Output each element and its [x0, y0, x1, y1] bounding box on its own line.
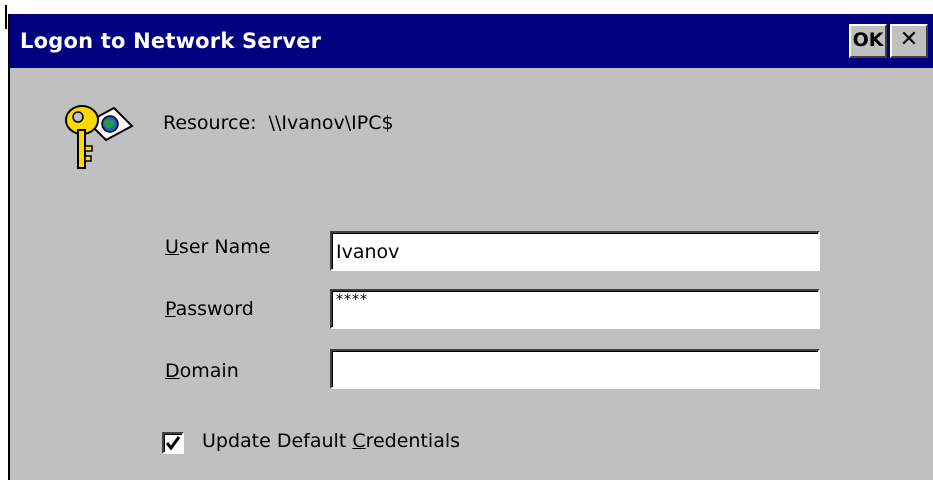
resource-value: \\Ivanov\IPC$	[268, 112, 394, 134]
update-credentials-text-before: Update Default	[202, 430, 353, 452]
password-label: Password	[165, 298, 254, 320]
update-credentials-text-after: redentials	[365, 430, 461, 452]
user-name-label-text: ser Name	[178, 236, 271, 258]
resource-label: Resource:	[163, 112, 257, 134]
update-credentials-label[interactable]: Update Default Credentials	[202, 430, 460, 452]
edge-tick	[5, 5, 7, 29]
resource-line: Resource: \\Ivanov\IPC$	[163, 112, 394, 134]
close-icon: ✕	[899, 27, 919, 52]
user-name-field[interactable]: Ivanov	[330, 231, 820, 271]
close-button[interactable]: ✕	[890, 24, 928, 58]
password-label-text: assword	[175, 298, 254, 320]
check-icon	[165, 436, 181, 451]
logon-dialog: Logon to Network Server OK ✕ Resource: \\…	[10, 14, 933, 480]
update-credentials-mnemonic: C	[352, 430, 366, 452]
domain-label: Domain	[165, 360, 239, 382]
update-credentials-checkbox[interactable]	[162, 432, 184, 454]
ok-button[interactable]: OK	[849, 24, 887, 58]
domain-mnemonic: D	[165, 360, 180, 382]
user-name-label: User Name	[165, 236, 270, 258]
password-mnemonic: P	[165, 298, 176, 320]
password-field[interactable]: ****	[330, 289, 820, 329]
domain-label-text: omain	[179, 360, 239, 382]
title-bar[interactable]: Logon to Network Server OK ✕	[10, 14, 933, 68]
user-name-mnemonic: U	[165, 236, 179, 258]
domain-field[interactable]	[330, 349, 820, 389]
dialog-title: Logon to Network Server	[20, 29, 322, 53]
key-globe-icon	[65, 105, 134, 169]
